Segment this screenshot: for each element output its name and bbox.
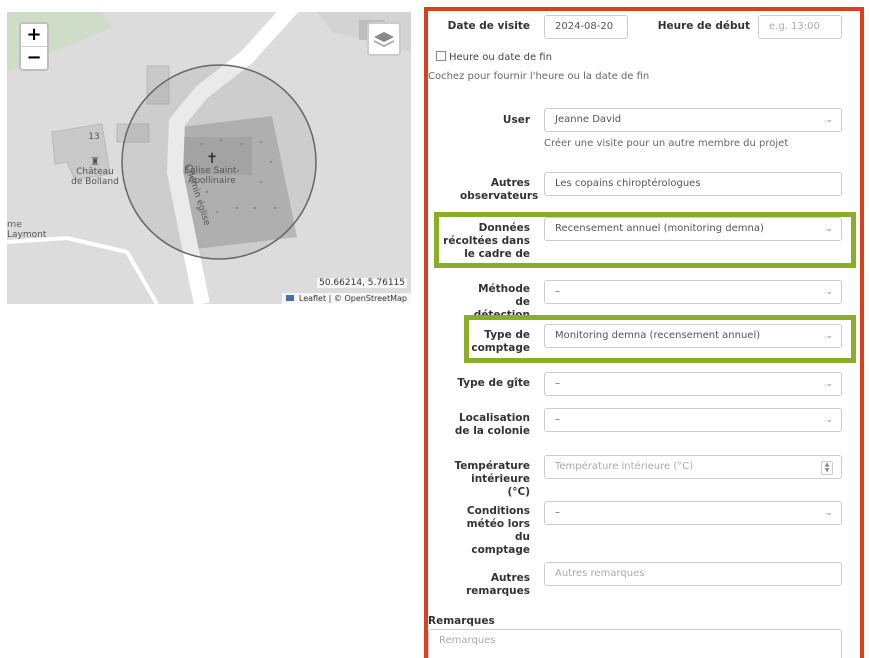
weather-select[interactable]: – ⌄ [544,501,842,525]
flag-icon [286,295,295,301]
left-edge-label: rne Laymont [7,220,47,240]
observers-input[interactable]: Les copains chiroptérologues [544,172,842,196]
start-time-label: Heure de début [657,20,750,32]
method-select[interactable]: – ⌄ [544,280,842,304]
temperature-placeholder: Température intérieure (°C) [555,461,694,472]
chateau-text: Château de Bolland [71,167,119,187]
weather-label: Conditions météo lors du comptage [466,505,530,556]
user-hint: Créer une visite pour un autre membre du… [544,138,789,149]
highlight-count-type-box [464,315,856,363]
end-time-checkbox[interactable] [436,51,446,61]
number-spinner-icon[interactable]: ▲ ▼ [821,461,833,475]
chevron-down-icon: ⌄ [825,415,833,425]
user-label: User [502,114,530,126]
castle-icon: ♜ [90,155,100,168]
roost-type-label: Type de gîte [457,377,530,389]
layers-button[interactable] [367,22,401,56]
colony-location-label: Localisation de la colonie [454,412,530,437]
date-label: Date de visite [447,20,530,32]
highlight-context-box [434,212,856,268]
temperature-label: Température intérieure (°C) [454,460,530,498]
observers-label: Autres observateurs [460,177,539,202]
chevron-down-icon: ⌄ [825,115,833,125]
remarks-textarea[interactable]: Remarques [428,629,842,658]
date-input[interactable]: 2024-08-20 [544,15,628,39]
map[interactable]: + − ♜ Château de Bolland ✝ Église Saint-… [7,12,411,304]
chevron-down-icon: ⌄ [825,508,833,518]
map-attribution[interactable]: Leaflet | © OpenStreetMap [282,293,411,304]
remarks-label: Remarques [428,615,495,627]
map-coordinates: 50.66214, 5.76115 [317,278,407,288]
chateau-label: ♜ Château de Bolland [65,155,125,187]
zoom-out-button[interactable]: − [21,46,47,69]
chevron-down-icon: ⌄ [825,379,833,389]
method-select-value: – [555,286,560,297]
end-time-hint: Cochez pour fournir l'heure ou la date d… [428,71,650,82]
end-time-checkbox-label: Heure ou date de fin [449,52,552,63]
colony-location-select-value: – [555,414,560,425]
end-time-checkbox-row[interactable]: Heure ou date de fin [436,51,552,63]
other-remarks-input[interactable]: Autres remarques [544,562,842,586]
roost-type-select[interactable]: – ⌄ [544,372,842,396]
temperature-input[interactable]: Température intérieure (°C) ▲ ▼ [544,455,842,479]
zoom-control: + − [19,22,49,71]
attribution-text: Leaflet | © OpenStreetMap [298,294,407,303]
building-number: 13 [88,132,100,142]
start-time-input[interactable]: e.g. 13:00 [758,15,842,39]
other-remarks-label: Autres remarques [466,572,530,597]
roost-type-select-value: – [555,378,560,389]
chevron-down-icon: ⌄ [825,287,833,297]
user-select-value: Jeanne David [555,114,622,125]
zoom-in-button[interactable]: + [21,24,47,46]
weather-select-value: – [555,507,560,518]
user-select[interactable]: Jeanne David ⌄ [544,108,842,132]
layers-icon [374,32,394,47]
colony-location-select[interactable]: – ⌄ [544,408,842,432]
